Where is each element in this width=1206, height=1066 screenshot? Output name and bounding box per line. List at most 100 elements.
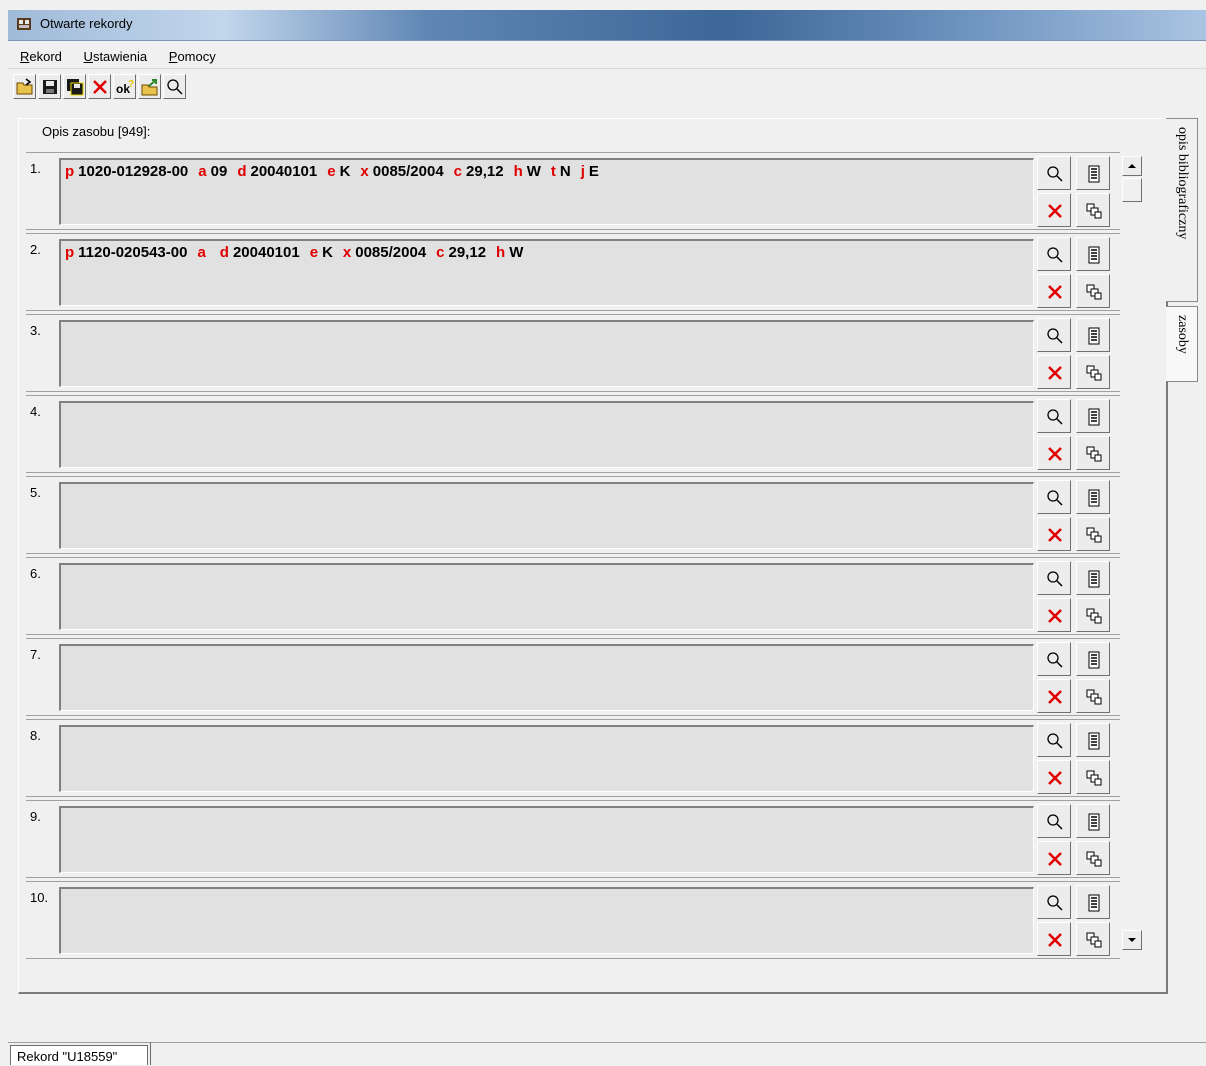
- save-all-button[interactable]: [63, 74, 86, 99]
- row-copy-button[interactable]: [1076, 355, 1110, 389]
- subfield: a 09: [198, 163, 227, 180]
- row-details-button[interactable]: [1076, 723, 1110, 757]
- row-copy-button[interactable]: [1076, 193, 1110, 227]
- row-details-button[interactable]: [1076, 156, 1110, 190]
- tab-record[interactable]: Rekord "U18559": [10, 1045, 148, 1065]
- row-search-button[interactable]: [1037, 561, 1071, 595]
- field-value-input[interactable]: [59, 563, 1034, 630]
- row-details-button[interactable]: [1076, 642, 1110, 676]
- row-details-button[interactable]: [1076, 561, 1110, 595]
- scroll-down-button[interactable]: [1122, 930, 1142, 950]
- row-number: 1.: [30, 161, 41, 176]
- field-value-input[interactable]: [59, 644, 1034, 711]
- scroll-up-button[interactable]: [1122, 156, 1142, 176]
- ok-button[interactable]: ok ?: [113, 74, 136, 99]
- row-search-button[interactable]: [1037, 399, 1071, 433]
- subfield: hW: [496, 244, 523, 261]
- row-details-button[interactable]: [1076, 399, 1110, 433]
- subfield-value: W: [509, 244, 524, 261]
- row-delete-button[interactable]: [1037, 274, 1071, 308]
- subfield-code: p: [65, 244, 75, 261]
- title-bar[interactable]: Otwarte rekordy: [8, 10, 1206, 41]
- subfield: eK: [310, 244, 333, 261]
- row-details-button[interactable]: [1076, 318, 1110, 352]
- subfield-code: c: [436, 244, 445, 261]
- row-search-button[interactable]: [1037, 642, 1071, 676]
- row-search-button[interactable]: [1037, 318, 1071, 352]
- field-value-input[interactable]: [59, 320, 1034, 387]
- row-delete-button[interactable]: [1037, 841, 1071, 875]
- search-icon: [1047, 814, 1063, 830]
- row-search-button[interactable]: [1037, 723, 1071, 757]
- row-copy-button[interactable]: [1076, 679, 1110, 713]
- field-value-input[interactable]: [59, 887, 1034, 954]
- row-search-button[interactable]: [1037, 156, 1071, 190]
- delete-icon: [1048, 447, 1062, 461]
- save-button[interactable]: [38, 74, 61, 99]
- subfield: p 1020-012928-00: [65, 163, 188, 180]
- save-all-icon: [67, 79, 84, 96]
- row-delete-button[interactable]: [1037, 436, 1071, 470]
- window-title: Otwarte rekordy: [40, 16, 133, 31]
- search-button[interactable]: [163, 74, 186, 99]
- copy-icon: [1086, 851, 1102, 867]
- row-copy-button[interactable]: [1076, 598, 1110, 632]
- field-value-input[interactable]: p 1020-012928-00 a 09 d 20040101 e Kx 0085/2004 c…: [59, 158, 1034, 225]
- subfield-value: K: [339, 163, 351, 180]
- tab-divider: [150, 1042, 156, 1065]
- subfield-code: p: [65, 163, 75, 180]
- row-details-button[interactable]: [1076, 885, 1110, 919]
- field-row: 4.: [26, 395, 1120, 473]
- row-search-button[interactable]: [1037, 237, 1071, 271]
- row-copy-button[interactable]: [1076, 274, 1110, 308]
- list-icon: [1088, 651, 1100, 669]
- row-delete-button[interactable]: [1037, 922, 1071, 956]
- field-value-input[interactable]: [59, 806, 1034, 873]
- tab-opis-bibliograficzny[interactable]: opis bibliograficzny: [1166, 118, 1198, 302]
- delete-icon: [1048, 204, 1062, 218]
- menu-ustawienia[interactable]: Ustawienia: [84, 49, 148, 64]
- row-copy-button[interactable]: [1076, 841, 1110, 875]
- field-value-input[interactable]: p 1120-020543-00 a d 20040101 e Kx 0085/2004 c 29…: [59, 239, 1034, 306]
- field-value-input[interactable]: [59, 725, 1034, 792]
- row-delete-button[interactable]: [1037, 517, 1071, 551]
- row-search-button[interactable]: [1037, 480, 1071, 514]
- menu-pomocy[interactable]: Pomocy: [169, 49, 216, 64]
- panel-label: Opis zasobu [949]:: [42, 124, 151, 139]
- row-search-button[interactable]: [1037, 804, 1071, 838]
- row-delete-button[interactable]: [1037, 760, 1071, 794]
- scroll-thumb[interactable]: [1122, 178, 1142, 202]
- row-copy-button[interactable]: [1076, 922, 1110, 956]
- row-details-button[interactable]: [1076, 480, 1110, 514]
- field-value-input[interactable]: [59, 401, 1034, 468]
- subfield-code: e: [309, 244, 319, 261]
- row-number: 8.: [30, 728, 41, 743]
- menu-rekord[interactable]: Rekord: [20, 49, 62, 64]
- subfield-code: d: [237, 163, 247, 180]
- row-delete-button[interactable]: [1037, 193, 1071, 227]
- subfield-code: t: [550, 163, 556, 180]
- delete-icon: [1048, 285, 1062, 299]
- subfield: x 0085/2004: [360, 163, 443, 180]
- row-copy-button[interactable]: [1076, 517, 1110, 551]
- row-delete-button[interactable]: [1037, 355, 1071, 389]
- copy-icon: [1086, 203, 1102, 219]
- row-copy-button[interactable]: [1076, 760, 1110, 794]
- row-delete-button[interactable]: [1037, 679, 1071, 713]
- vertical-scrollbar[interactable]: [1122, 156, 1142, 950]
- row-delete-button[interactable]: [1037, 598, 1071, 632]
- row-search-button[interactable]: [1037, 885, 1071, 919]
- subfield-value: 1120-020543-00: [78, 244, 188, 261]
- field-value-input[interactable]: [59, 482, 1034, 549]
- subfield-code: x: [360, 163, 369, 180]
- delete-icon: [1048, 771, 1062, 785]
- open-button[interactable]: [13, 74, 36, 99]
- row-details-button[interactable]: [1076, 804, 1110, 838]
- row-details-button[interactable]: [1076, 237, 1110, 271]
- list-icon: [1088, 894, 1100, 912]
- delete-button[interactable]: [88, 74, 111, 99]
- row-copy-button[interactable]: [1076, 436, 1110, 470]
- tab-zasoby[interactable]: zasoby: [1166, 306, 1198, 382]
- export-button[interactable]: [138, 74, 161, 99]
- list-icon: [1088, 246, 1100, 264]
